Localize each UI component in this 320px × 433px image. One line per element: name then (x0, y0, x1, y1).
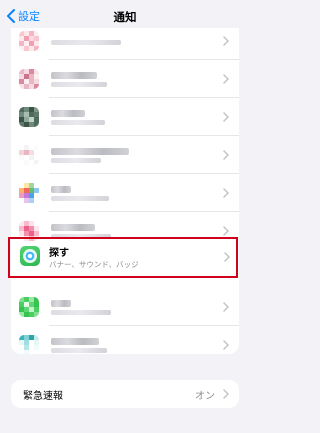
app-row-blurred-4[interactable] (11, 136, 239, 174)
blurred-text (51, 158, 101, 163)
emergency-alerts-value: オン (195, 391, 215, 402)
blurred-text (51, 196, 109, 201)
back-button-label: 設定 (18, 10, 40, 23)
app-row-blurred-2[interactable] (11, 60, 239, 98)
blurred-app-icon (19, 183, 39, 203)
page-title: 通知 (113, 10, 137, 24)
blurred-app-icon (19, 107, 39, 127)
chevron-right-icon (223, 389, 229, 399)
blurred-text (51, 224, 95, 231)
blurred-text (51, 110, 85, 117)
app-row-blurred-1[interactable] (11, 28, 239, 60)
chevron-right-icon (223, 150, 229, 160)
blurred-app-icon (19, 335, 39, 354)
app-row-blurred-9[interactable] (11, 326, 239, 354)
blurred-text (51, 82, 107, 87)
chevron-right-icon (223, 112, 229, 122)
blurred-text (51, 348, 107, 353)
blurred-text (51, 300, 71, 307)
blurred-app-icon (19, 31, 39, 51)
blurred-app-icon (19, 69, 39, 89)
emergency-alerts-label: 緊急速報 (23, 391, 63, 402)
blurred-text (51, 186, 71, 193)
blurred-text (51, 72, 97, 79)
blurred-app-icon (19, 145, 39, 165)
blurred-text (51, 310, 111, 315)
app-notification-list (11, 28, 239, 354)
back-button[interactable]: 設定 (6, 8, 40, 24)
app-row-blurred-5[interactable] (11, 174, 239, 212)
chevron-right-icon (223, 36, 229, 46)
app-row-blurred-3[interactable] (11, 98, 239, 136)
chevron-right-icon (223, 340, 229, 350)
blurred-text (51, 338, 99, 345)
app-row-blurred-8[interactable] (11, 288, 239, 326)
chevron-right-icon (223, 74, 229, 84)
blurred-app-icon (19, 297, 39, 317)
emergency-alerts-row[interactable]: 緊急速報 オン (11, 380, 239, 408)
blurred-text (51, 40, 121, 45)
blurred-text (51, 148, 129, 155)
chevron-right-icon (223, 302, 229, 312)
chevron-right-icon (223, 226, 229, 236)
chevron-left-icon (7, 9, 15, 23)
chevron-right-icon (223, 188, 229, 198)
blurred-text (51, 120, 105, 125)
highlight-box (8, 237, 238, 278)
